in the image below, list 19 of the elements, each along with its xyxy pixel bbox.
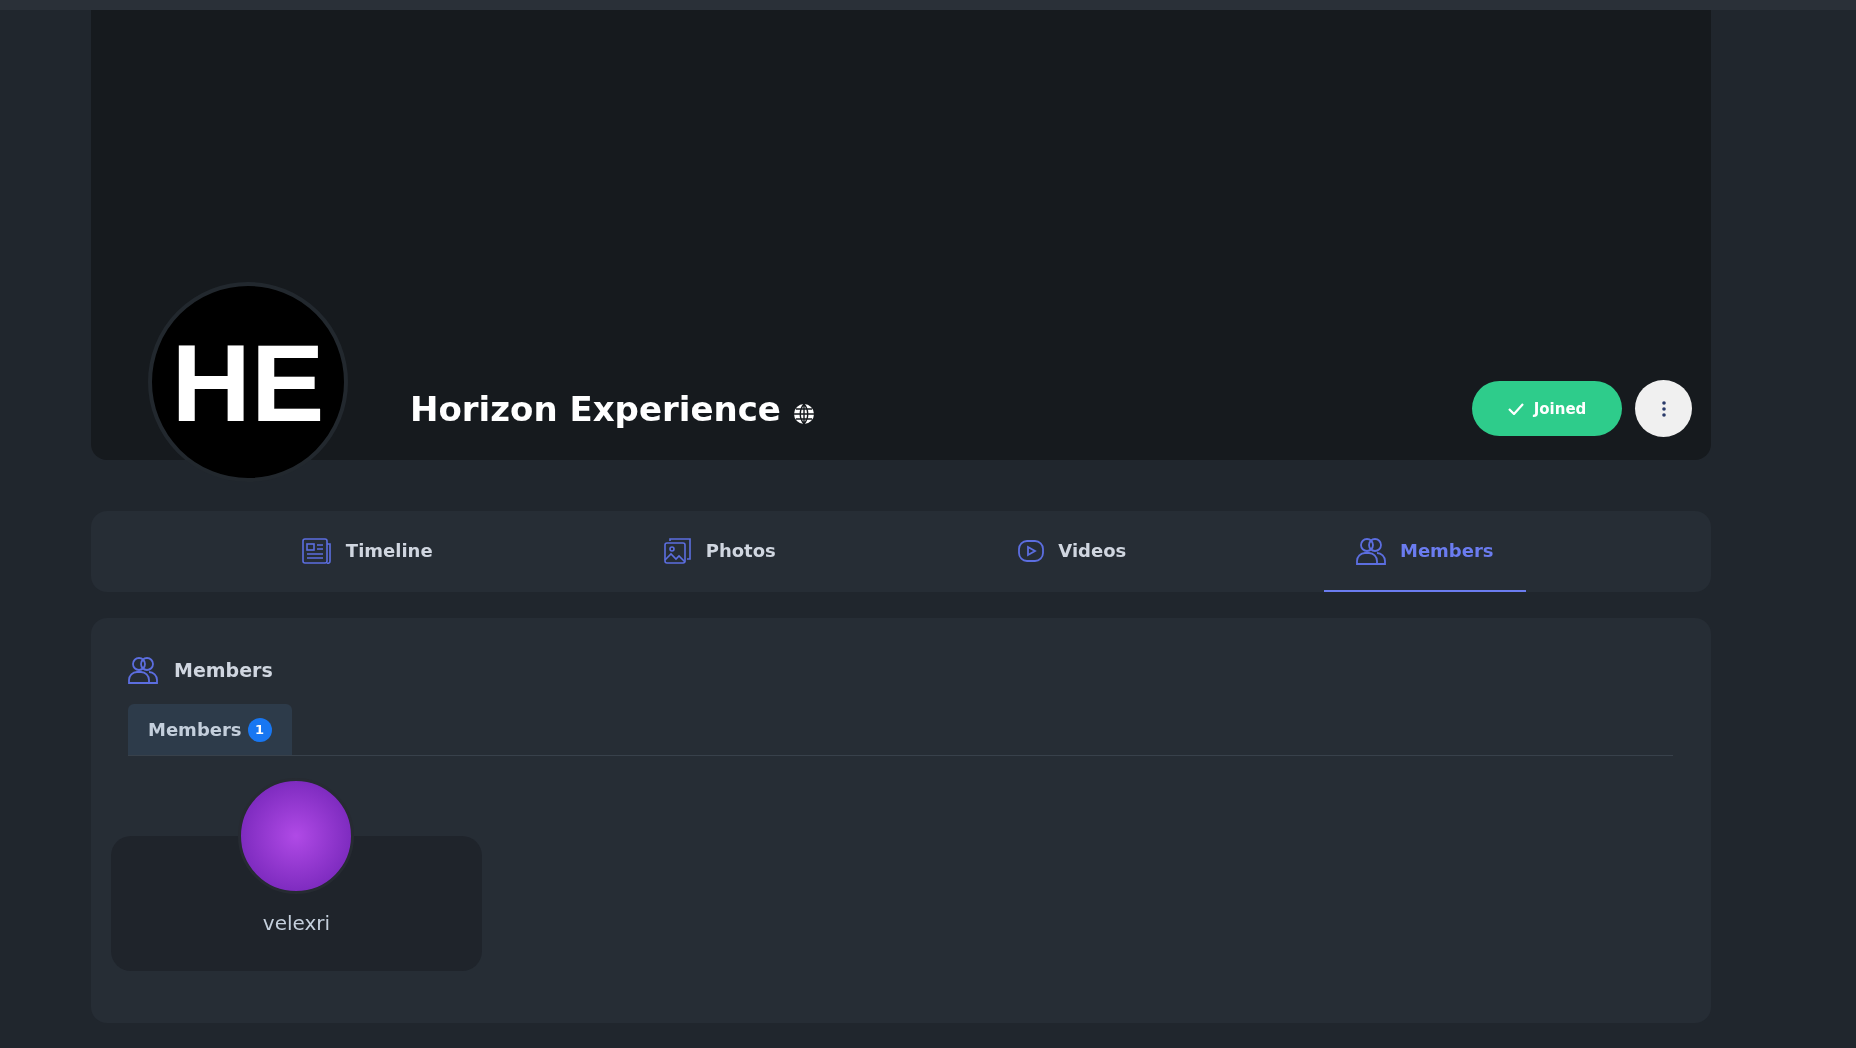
users-icon	[1355, 536, 1386, 565]
more-options-icon	[1661, 400, 1666, 417]
count-badge: 1	[247, 717, 272, 742]
newspaper-icon	[301, 536, 332, 565]
users-icon	[128, 656, 158, 684]
member-name: velexri	[262, 911, 331, 937]
globe-icon	[792, 402, 815, 425]
more-options-button[interactable]	[1635, 380, 1692, 437]
tab[interactable]: Videos	[986, 511, 1159, 592]
member-card[interactable]: velexri	[111, 778, 482, 971]
image-icon	[663, 536, 692, 565]
tab[interactable]: Timeline	[269, 511, 465, 592]
group-name: Horizon Experience	[410, 388, 781, 429]
check-icon	[1507, 402, 1524, 415]
play-icon	[1018, 538, 1045, 563]
tab[interactable]: Members	[1323, 511, 1526, 592]
members-tab[interactable]: Members 1	[128, 704, 292, 755]
tab[interactable]: Photos	[631, 511, 808, 592]
section-title: Members	[174, 659, 273, 681]
